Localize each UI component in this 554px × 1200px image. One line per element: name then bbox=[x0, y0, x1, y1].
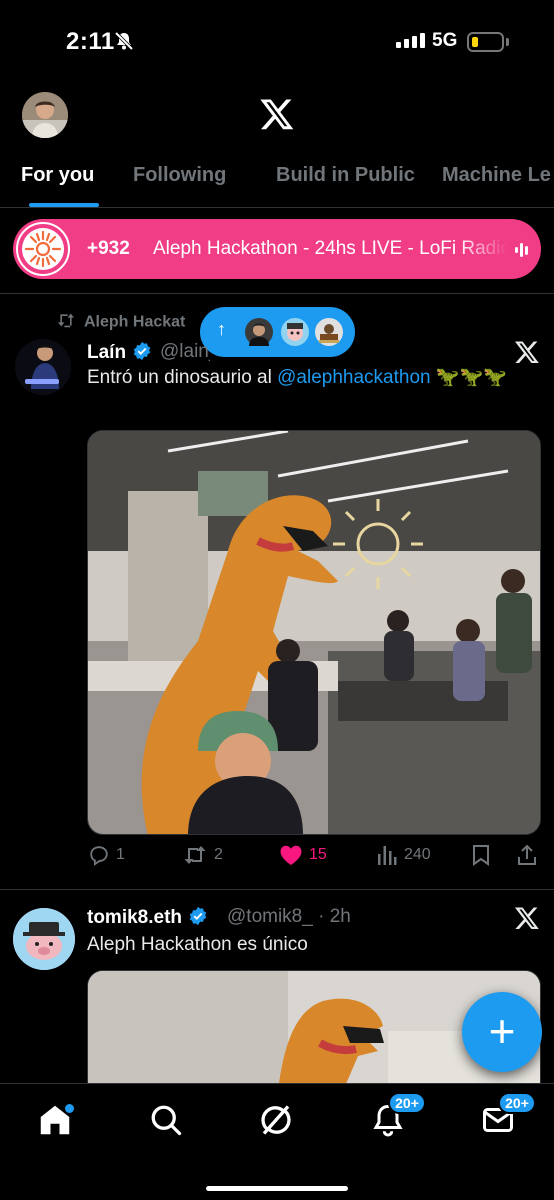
retweet-count: 2 bbox=[214, 846, 223, 863]
bell-off-icon bbox=[114, 31, 134, 51]
battery-tip bbox=[506, 38, 509, 46]
live-space-banner[interactable]: +932 Aleph Hackathon - 24hs LIVE - LoFi … bbox=[13, 219, 541, 279]
feed-divider bbox=[0, 293, 554, 294]
reply-button[interactable]: 1 bbox=[88, 844, 125, 866]
nav-grok[interactable] bbox=[258, 1102, 298, 1142]
home-indicator[interactable] bbox=[206, 1186, 348, 1191]
nav-messages[interactable]: 20+ bbox=[480, 1092, 536, 1142]
battery-icon bbox=[467, 32, 504, 52]
nav-home[interactable] bbox=[37, 1102, 77, 1142]
search-icon bbox=[151, 1105, 182, 1136]
space-host-avatar bbox=[16, 222, 70, 276]
tweet-author-handle[interactable]: @tomik8_ · 2h bbox=[227, 906, 351, 928]
like-count: 15 bbox=[309, 846, 327, 863]
x-logo-icon[interactable] bbox=[259, 96, 295, 132]
new-post-avatar bbox=[313, 316, 345, 348]
views-chart-icon bbox=[378, 846, 397, 865]
reply-count: 1 bbox=[116, 846, 125, 863]
notifications-badge: 20+ bbox=[388, 1092, 426, 1114]
tweet-actions: 1 2 15 240 bbox=[0, 844, 554, 874]
profile-avatar[interactable] bbox=[22, 92, 68, 138]
dinosaur-photo bbox=[88, 431, 540, 834]
tweet-author-avatar[interactable] bbox=[15, 339, 71, 395]
author-name-text: tomik8.eth bbox=[87, 907, 183, 928]
home-unread-dot bbox=[65, 1104, 74, 1113]
cellular-signal-icon bbox=[396, 33, 425, 48]
tweet-text-emoji: 🦖🦖🦖 bbox=[430, 367, 507, 388]
space-title: Aleph Hackathon - 24hs LIVE - LoFi Radio bbox=[153, 238, 508, 259]
active-tab-indicator bbox=[29, 203, 99, 207]
new-post-avatar bbox=[243, 316, 275, 348]
arrow-up-icon: ↑ bbox=[217, 319, 226, 339]
views-button[interactable]: 240 bbox=[376, 844, 431, 866]
author-name-text: Laín bbox=[87, 342, 127, 363]
x-logo-small-icon[interactable] bbox=[514, 905, 540, 931]
top-bar bbox=[0, 88, 554, 144]
status-time: 2:11 bbox=[66, 28, 115, 55]
tab-machine-learning[interactable]: Machine Le bbox=[442, 164, 551, 187]
bookmark-button[interactable] bbox=[471, 844, 491, 866]
retweeted-by-name: Aleph Hackat bbox=[84, 313, 186, 331]
tweet-photo[interactable] bbox=[87, 430, 541, 835]
retweet-context[interactable]: Aleph Hackat bbox=[56, 312, 185, 333]
network-type: 5G bbox=[432, 30, 458, 51]
grok-icon bbox=[261, 1105, 291, 1135]
reply-icon bbox=[90, 846, 108, 866]
messages-badge: 20+ bbox=[498, 1092, 536, 1114]
bookmark-icon bbox=[473, 845, 489, 866]
tweet-author-name[interactable]: Laín bbox=[87, 341, 152, 364]
nav-notifications[interactable]: 20+ bbox=[370, 1092, 426, 1142]
tweet-author-name[interactable]: tomik8.eth bbox=[87, 906, 208, 929]
tweet-author-avatar[interactable] bbox=[13, 908, 75, 970]
sun-logo-icon bbox=[24, 230, 62, 268]
heart-filled-icon bbox=[280, 845, 302, 865]
retweet-button[interactable]: 2 bbox=[182, 844, 223, 866]
tweet-author-handle[interactable]: @lain_ bbox=[160, 341, 210, 363]
tab-following[interactable]: Following bbox=[133, 164, 226, 187]
retweet-icon bbox=[184, 846, 206, 864]
tweet-text-part: Entró un dinosaurio al bbox=[87, 367, 278, 388]
plus-icon: + bbox=[488, 1005, 516, 1057]
share-button[interactable] bbox=[516, 844, 538, 866]
retweet-small-icon bbox=[56, 312, 76, 333]
mention-link[interactable]: @alephhackathon bbox=[277, 367, 430, 388]
views-count: 240 bbox=[404, 846, 431, 863]
compose-post-button[interactable]: + bbox=[462, 992, 542, 1072]
share-icon bbox=[518, 844, 536, 865]
tweet-text: Entró un dinosaurio al @alephhackathon 🦖… bbox=[87, 365, 539, 391]
new-post-avatar bbox=[279, 316, 311, 348]
bottom-navigation: 20+ 20+ bbox=[0, 1083, 554, 1200]
tab-for-you[interactable]: For you bbox=[21, 164, 94, 187]
nav-search[interactable] bbox=[148, 1102, 188, 1142]
feed-divider bbox=[0, 889, 554, 890]
audio-wave-icon bbox=[515, 243, 528, 257]
status-bar: 2:11 5G bbox=[0, 0, 554, 84]
new-posts-pill[interactable]: ↑ bbox=[200, 307, 355, 357]
timeline-tabs: For you Following Build in Public Machin… bbox=[0, 150, 554, 208]
tweet-text: Aleph Hackathon es único bbox=[87, 934, 308, 955]
verified-badge-icon bbox=[189, 906, 207, 926]
verified-badge-icon bbox=[133, 341, 151, 361]
space-listener-count: +932 bbox=[87, 238, 130, 259]
tab-build-in-public[interactable]: Build in Public bbox=[276, 164, 415, 187]
x-logo-small-icon[interactable] bbox=[514, 339, 540, 365]
like-button[interactable]: 15 bbox=[279, 844, 327, 866]
